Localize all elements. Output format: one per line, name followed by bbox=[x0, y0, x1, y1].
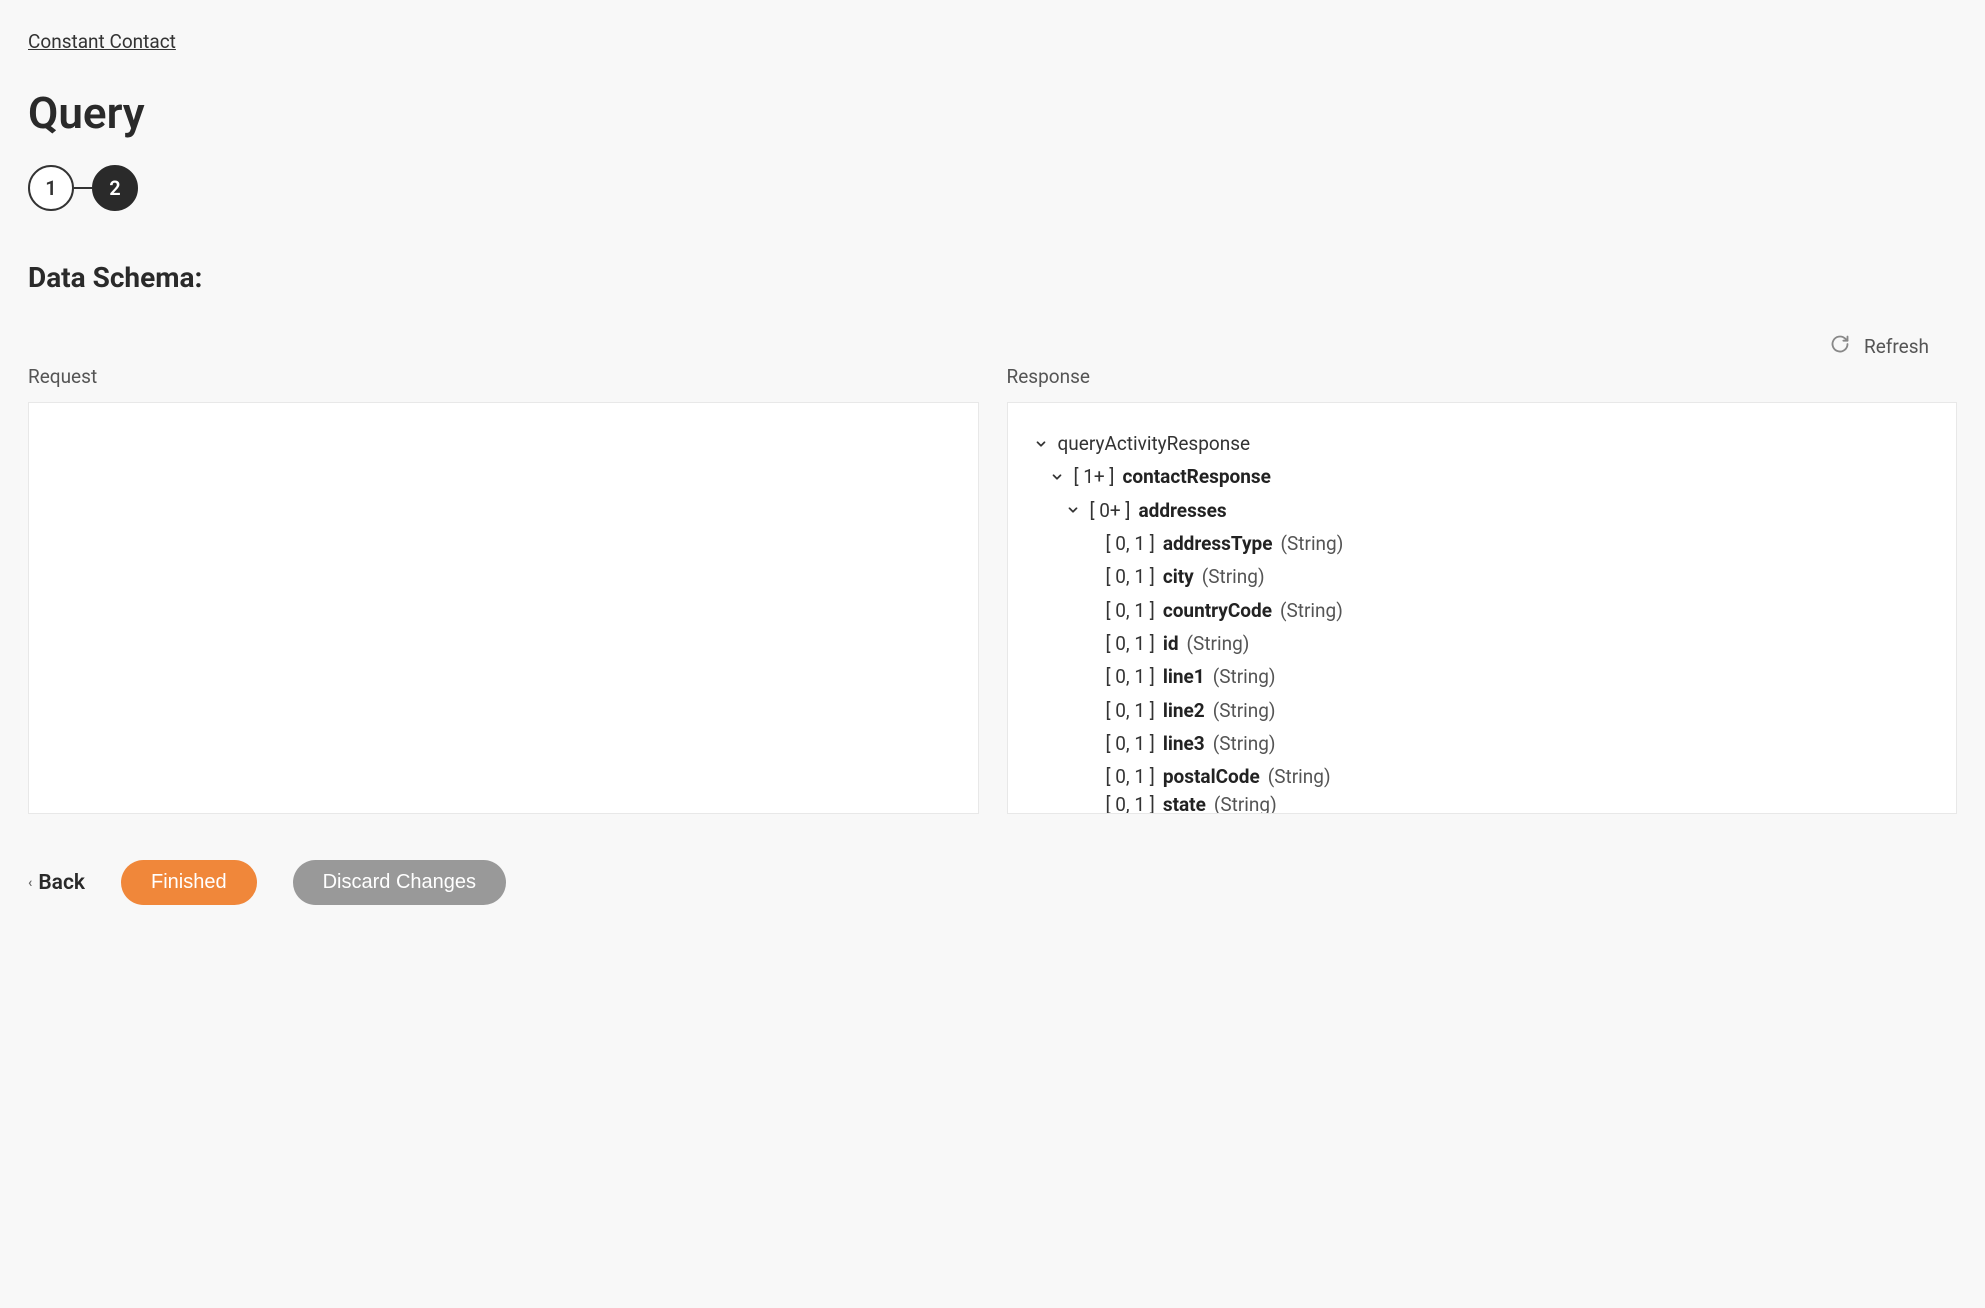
cardinality: [ 0, 1 ] bbox=[1106, 595, 1155, 626]
response-panel: queryActivityResponse [ 1+ ] contactResp… bbox=[1007, 402, 1958, 814]
refresh-icon bbox=[1830, 334, 1850, 359]
field-type: (String) bbox=[1281, 528, 1344, 559]
field-type: (String) bbox=[1268, 761, 1331, 792]
request-panel bbox=[28, 402, 979, 814]
field-name: line1 bbox=[1163, 661, 1205, 692]
tree-leaf[interactable]: [ 0, 1 ] countryCode (String) bbox=[1026, 594, 1939, 627]
back-label: Back bbox=[38, 871, 85, 895]
cardinality: [ 0, 1 ] bbox=[1106, 528, 1155, 559]
cardinality: [ 0, 1 ] bbox=[1106, 661, 1155, 692]
tree-node-contactresponse[interactable]: [ 1+ ] contactResponse bbox=[1026, 460, 1939, 493]
field-type: (String) bbox=[1213, 695, 1276, 726]
field-name: postalCode bbox=[1163, 761, 1260, 792]
cardinality: [ 0, 1 ] bbox=[1106, 794, 1155, 814]
finished-button[interactable]: Finished bbox=[121, 860, 257, 905]
step-connector bbox=[74, 187, 92, 189]
discard-button[interactable]: Discard Changes bbox=[293, 860, 506, 905]
tree-leaf[interactable]: [ 0, 1 ] state (String) bbox=[1026, 794, 1939, 814]
field-type: (String) bbox=[1280, 595, 1343, 626]
tree-leaf[interactable]: [ 0, 1 ] id (String) bbox=[1026, 627, 1939, 660]
response-tree: queryActivityResponse [ 1+ ] contactResp… bbox=[1008, 403, 1957, 814]
tree-label: queryActivityResponse bbox=[1058, 428, 1251, 459]
refresh-button[interactable]: Refresh bbox=[1830, 334, 1929, 359]
tree-node-addresses[interactable]: [ 0+ ] addresses bbox=[1026, 494, 1939, 527]
field-name: state bbox=[1163, 794, 1206, 814]
cardinality: [ 0, 1 ] bbox=[1106, 628, 1155, 659]
field-type: (String) bbox=[1202, 561, 1265, 592]
field-name: id bbox=[1163, 628, 1179, 659]
step-2[interactable]: 2 bbox=[92, 165, 138, 211]
cardinality: [ 0+ ] bbox=[1090, 495, 1131, 526]
field-name: addresses bbox=[1138, 495, 1226, 526]
refresh-label: Refresh bbox=[1864, 335, 1929, 358]
section-title: Data Schema: bbox=[28, 261, 1957, 294]
field-name: contactResponse bbox=[1122, 461, 1270, 492]
field-name: city bbox=[1163, 561, 1194, 592]
breadcrumb-link[interactable]: Constant Contact bbox=[28, 30, 176, 53]
field-type: (String) bbox=[1213, 661, 1276, 692]
stepper: 1 2 bbox=[28, 165, 1957, 211]
request-label: Request bbox=[28, 365, 979, 388]
chevron-down-icon[interactable] bbox=[1066, 503, 1082, 517]
cardinality: [ 1+ ] bbox=[1074, 461, 1115, 492]
field-name: addressType bbox=[1163, 528, 1273, 559]
chevron-down-icon[interactable] bbox=[1050, 470, 1066, 484]
field-type: (String) bbox=[1214, 794, 1277, 814]
field-type: (String) bbox=[1213, 728, 1276, 759]
field-name: countryCode bbox=[1163, 595, 1272, 626]
tree-leaf[interactable]: [ 0, 1 ] postalCode (String) bbox=[1026, 760, 1939, 793]
field-name: line3 bbox=[1163, 728, 1205, 759]
field-type: (String) bbox=[1187, 628, 1250, 659]
cardinality: [ 0, 1 ] bbox=[1106, 761, 1155, 792]
page-title: Query bbox=[28, 87, 1957, 139]
cardinality: [ 0, 1 ] bbox=[1106, 695, 1155, 726]
tree-leaf[interactable]: [ 0, 1 ] city (String) bbox=[1026, 560, 1939, 593]
field-name: line2 bbox=[1163, 695, 1205, 726]
back-button[interactable]: ‹ Back bbox=[28, 871, 85, 895]
tree-node-root[interactable]: queryActivityResponse bbox=[1026, 427, 1939, 460]
response-label: Response bbox=[1007, 365, 1958, 388]
tree-leaf[interactable]: [ 0, 1 ] line3 (String) bbox=[1026, 727, 1939, 760]
chevron-down-icon[interactable] bbox=[1034, 437, 1050, 451]
step-1[interactable]: 1 bbox=[28, 165, 74, 211]
cardinality: [ 0, 1 ] bbox=[1106, 561, 1155, 592]
tree-leaf[interactable]: [ 0, 1 ] line1 (String) bbox=[1026, 660, 1939, 693]
chevron-left-icon: ‹ bbox=[28, 875, 32, 891]
tree-leaf[interactable]: [ 0, 1 ] addressType (String) bbox=[1026, 527, 1939, 560]
tree-leaf[interactable]: [ 0, 1 ] line2 (String) bbox=[1026, 694, 1939, 727]
cardinality: [ 0, 1 ] bbox=[1106, 728, 1155, 759]
